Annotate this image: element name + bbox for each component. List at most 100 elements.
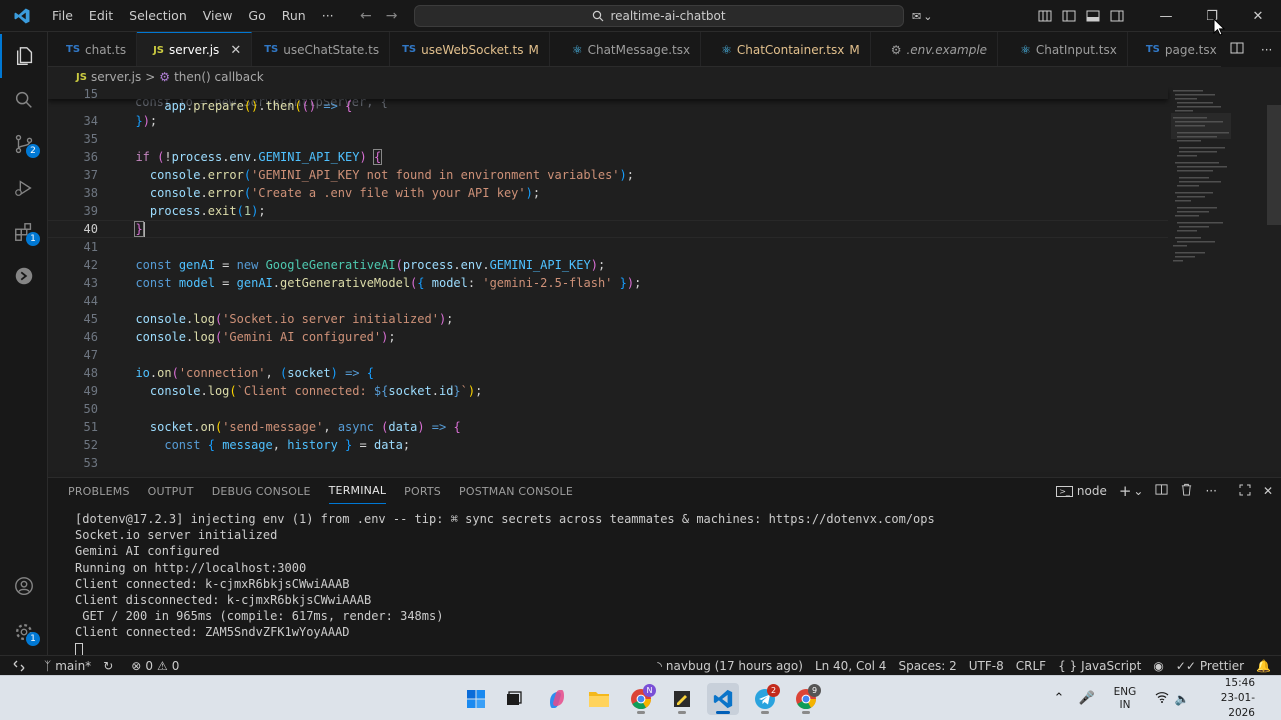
toggle-panel-icon[interactable]: [1081, 0, 1105, 32]
minimap[interactable]: [1171, 87, 1231, 277]
accounts-icon[interactable]: [0, 564, 48, 608]
split-editor-icon[interactable]: [1230, 41, 1244, 58]
close-tab-icon[interactable]: ✕: [230, 43, 241, 58]
microphone-icon[interactable]: 🎤: [1073, 691, 1101, 706]
menu-edit[interactable]: Edit: [81, 0, 121, 32]
code-line: 39 process.exit(1);: [83, 204, 266, 218]
terminal-name[interactable]: node: [1077, 484, 1107, 498]
remote-explorer-icon[interactable]: [0, 254, 48, 298]
file-explorer-icon[interactable]: [583, 683, 615, 715]
problems-indicator[interactable]: ⊗ 0 ⚠ 0: [125, 659, 185, 673]
customize-layout-icon[interactable]: [1033, 0, 1057, 32]
menu-run[interactable]: Run: [274, 0, 314, 32]
end-of-line[interactable]: CRLF: [1010, 659, 1052, 673]
tab-chat-input[interactable]: ⚛ ChatInput.tsx: [998, 32, 1128, 66]
show-hidden-icons-chevron-icon[interactable]: ⌃: [1045, 691, 1073, 706]
new-terminal-plus-icon[interactable]: +: [1119, 482, 1132, 500]
git-branch[interactable]: ᛉ main*: [38, 659, 97, 673]
editor-tabs: TS chat.ts JS server.js ✕ TS useChatState.ts…: [48, 32, 1281, 67]
remote-indicator-icon[interactable]: [0, 656, 38, 676]
terminal-line: Client disconnected: k-cjmxR6bkjsCWwiAAA…: [75, 592, 372, 607]
terminal-icon: >_: [1056, 485, 1073, 497]
tab-env-example[interactable]: ⚙ .env.example: [871, 32, 999, 66]
sticky-scroll-line[interactable]: 15 app.prepare().then(() => {: [48, 87, 1168, 113]
tab-chat-ts[interactable]: TS chat.ts: [48, 32, 138, 66]
panel-tab-debug-console[interactable]: DEBUG CONSOLE: [212, 478, 311, 504]
extensions-icon[interactable]: 1: [0, 210, 48, 254]
forward-arrow-icon[interactable]: →: [386, 8, 398, 24]
editor-scrollbar-thumb[interactable]: [1267, 105, 1281, 225]
manage-gear-icon[interactable]: 1: [0, 610, 48, 654]
panel-tab-problems[interactable]: PROBLEMS: [68, 478, 130, 504]
git-commit-icon: ◝: [657, 659, 662, 673]
vscode-taskbar-icon[interactable]: [707, 683, 739, 715]
cursor-position[interactable]: Ln 40, Col 4: [809, 659, 893, 673]
code-line: 52 const { message, history } = data;: [83, 438, 411, 452]
source-control-icon[interactable]: 2: [0, 122, 48, 166]
explorer-icon[interactable]: [0, 34, 48, 78]
extensions-badge: 1: [26, 232, 40, 246]
copilot-icon[interactable]: ◉: [1147, 659, 1169, 673]
toggle-secondary-sidebar-icon[interactable]: [1105, 0, 1129, 32]
copilot-chat-icon[interactable]: ✉: [912, 10, 921, 23]
prettier-status[interactable]: ✓✓ Prettier: [1170, 659, 1250, 673]
editor-scrollbar[interactable]: [1267, 87, 1281, 472]
wifi-icon[interactable]: [1151, 691, 1173, 706]
panel-tab-ports[interactable]: PORTS: [404, 478, 441, 504]
run-debug-icon[interactable]: [0, 166, 48, 210]
terminal-output[interactable]: [dotenv@17.2.3] injecting env (1) from .…: [75, 512, 935, 658]
minimize-icon[interactable]: —: [1143, 0, 1189, 32]
language-mode[interactable]: { } JavaScript: [1052, 659, 1147, 673]
command-center-search[interactable]: realtime-ai-chatbot: [414, 5, 904, 27]
tab-page-tsx[interactable]: TS page.tsx: [1128, 32, 1228, 66]
chevron-down-icon[interactable]: ⌄: [923, 10, 932, 23]
terminal-dropdown-icon[interactable]: ⌄: [1133, 484, 1143, 498]
encoding[interactable]: UTF-8: [963, 659, 1010, 673]
close-window-icon[interactable]: ✕: [1235, 0, 1281, 32]
tab-use-websocket[interactable]: TS useWebSocket.ts M: [390, 32, 550, 66]
panel-tab-postman-console[interactable]: POSTMAN CONSOLE: [459, 478, 573, 504]
code-editor[interactable]: const io = new Server(httpServer, { 15 a…: [48, 87, 1281, 472]
system-clock[interactable]: 15:46 23-01-2026: [1197, 676, 1263, 720]
volume-icon[interactable]: 🔈: [1173, 692, 1191, 706]
code-line: 43 const model = genAI.getGenerativeMode…: [83, 276, 642, 290]
notifications-bell-icon[interactable]: 🔔: [1250, 659, 1281, 673]
more-actions-icon[interactable]: ···: [1261, 43, 1272, 57]
chrome-profile-2-icon[interactable]: 9: [790, 683, 822, 715]
sync-icon[interactable]: ↻: [97, 659, 119, 673]
menu-selection[interactable]: Selection: [121, 0, 195, 32]
close-panel-icon[interactable]: ✕: [1263, 484, 1273, 498]
task-view-icon[interactable]: [498, 683, 530, 715]
chrome-icon[interactable]: N: [625, 683, 657, 715]
breadcrumb-symbol[interactable]: then() callback: [174, 70, 264, 84]
windows-start-icon[interactable]: [460, 683, 492, 715]
split-terminal-icon[interactable]: [1155, 483, 1169, 499]
git-blame[interactable]: ◝ navbug (17 hours ago): [651, 659, 809, 673]
menu-more[interactable]: ···: [314, 0, 342, 32]
tab-chat-message[interactable]: ⚛ ChatMessage.tsx: [550, 32, 702, 66]
telegram-icon[interactable]: 2: [749, 683, 781, 715]
panel-tab-terminal[interactable]: TERMINAL: [328, 478, 387, 504]
panel-tab-output[interactable]: OUTPUT: [148, 478, 194, 504]
breadcrumb-file[interactable]: server.js: [91, 70, 141, 84]
copilot-app-icon[interactable]: [541, 683, 573, 715]
sticky-notes-icon[interactable]: [666, 683, 698, 715]
restore-icon[interactable]: ❐: [1189, 0, 1235, 32]
toggle-primary-sidebar-icon[interactable]: [1057, 0, 1081, 32]
indentation[interactable]: Spaces: 2: [892, 659, 962, 673]
tab-chat-container[interactable]: ⚛ ChatContainer.tsx M: [701, 32, 871, 66]
kill-terminal-trash-icon[interactable]: [1180, 483, 1193, 499]
tab-server-js[interactable]: JS server.js ✕: [137, 32, 253, 66]
menu-go[interactable]: Go: [240, 0, 273, 32]
maximize-panel-icon[interactable]: [1239, 484, 1251, 499]
code-line: 46 console.log('Gemini AI configured');: [83, 330, 396, 344]
search-sidebar-icon[interactable]: [0, 78, 48, 122]
back-arrow-icon[interactable]: ←: [360, 8, 372, 24]
tab-use-chat-state[interactable]: TS useChatState.ts: [252, 32, 391, 66]
menu-file[interactable]: File: [44, 0, 81, 32]
menu-view[interactable]: View: [195, 0, 241, 32]
panel-more-icon[interactable]: ···: [1205, 484, 1216, 498]
input-language[interactable]: ENG IN: [1107, 686, 1143, 712]
current-code-line: 40 }: [48, 220, 1168, 238]
search-text: realtime-ai-chatbot: [610, 9, 726, 23]
